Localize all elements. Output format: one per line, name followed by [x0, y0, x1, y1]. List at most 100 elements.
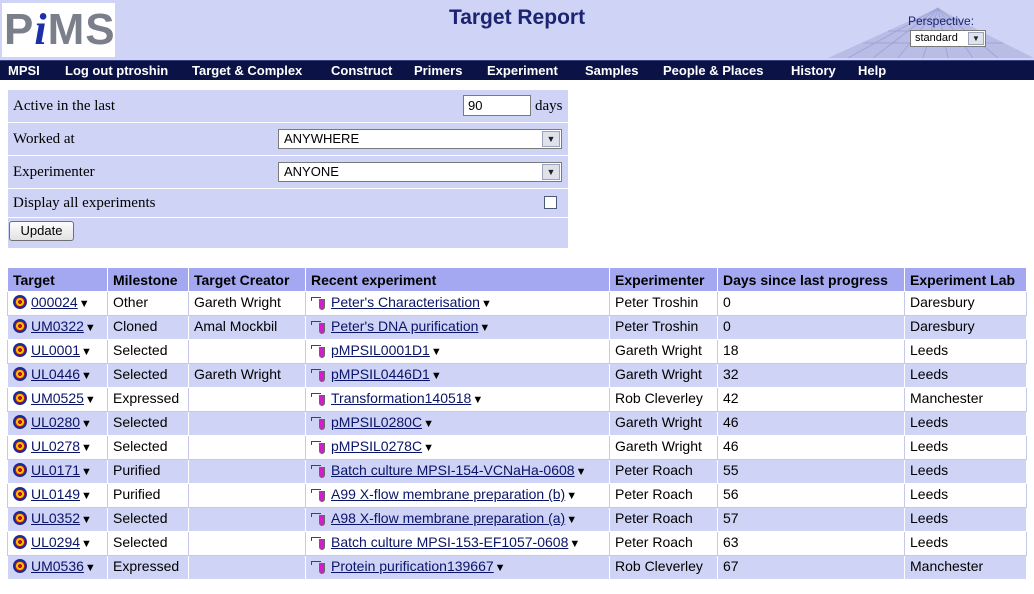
experimenter-value: ANYONE	[284, 164, 339, 179]
nav-mpsi[interactable]: MPSI	[8, 61, 40, 80]
target-link[interactable]: UL0352	[31, 510, 80, 526]
chevron-down-icon[interactable]: ▼	[542, 164, 560, 180]
dropdown-triangle-icon[interactable]: ▼	[81, 514, 92, 526]
experiment-link[interactable]: Peter's DNA purification	[331, 318, 478, 334]
chevron-down-icon[interactable]: ▼	[542, 131, 560, 147]
nav-people-places[interactable]: People & Places	[663, 61, 763, 80]
target-link[interactable]: UM0536	[31, 558, 84, 574]
dropdown-triangle-icon[interactable]: ▼	[85, 322, 96, 334]
target-link[interactable]: UL0278	[31, 438, 80, 454]
dropdown-triangle-icon[interactable]: ▼	[472, 394, 483, 406]
dropdown-triangle-icon[interactable]: ▼	[81, 418, 92, 430]
target-link[interactable]: UM0525	[31, 390, 84, 406]
cell-milestone: Cloned	[107, 315, 189, 340]
dropdown-triangle-icon[interactable]: ▼	[566, 490, 577, 502]
experiment-link[interactable]: Batch culture MPSI-154-VCNaHa-0608	[331, 462, 575, 478]
display-all-checkbox[interactable]	[544, 196, 557, 209]
nav-target-complex[interactable]: Target & Complex	[192, 61, 302, 80]
nav-history[interactable]: History	[791, 61, 836, 80]
cell-experiment-lab: Leeds	[904, 411, 1027, 436]
target-bullseye-icon[interactable]	[13, 535, 27, 549]
experiment-link[interactable]: A98 X-flow membrane preparation (a)	[331, 510, 565, 526]
experiment-link[interactable]: Protein purification139667	[331, 558, 494, 574]
experiment-link[interactable]: Batch culture MPSI-153-EF1057-0608	[331, 534, 568, 550]
cell-target: UL0278▼	[7, 435, 108, 460]
perspective-select[interactable]: standard ▼	[910, 30, 986, 47]
target-bullseye-icon[interactable]	[13, 295, 27, 309]
target-bullseye-icon[interactable]	[13, 439, 27, 453]
nav-samples[interactable]: Samples	[585, 61, 638, 80]
target-link[interactable]: UL0171	[31, 462, 80, 478]
dropdown-triangle-icon[interactable]: ▼	[81, 442, 92, 454]
dropdown-triangle-icon[interactable]: ▼	[85, 394, 96, 406]
cell-recent-experiment: pMPSIL0278C▼	[305, 435, 610, 460]
experiment-link[interactable]: A99 X-flow membrane preparation (b)	[331, 486, 565, 502]
target-bullseye-icon[interactable]	[13, 319, 27, 333]
worked-at-select[interactable]: ANYWHERE ▼	[278, 129, 562, 149]
cell-target-creator: Gareth Wright	[188, 291, 306, 316]
nav-logout[interactable]: Log out ptroshin	[65, 61, 168, 80]
nav-help[interactable]: Help	[858, 61, 886, 80]
dropdown-triangle-icon[interactable]: ▼	[479, 322, 490, 334]
target-bullseye-icon[interactable]	[13, 391, 27, 405]
dropdown-triangle-icon[interactable]: ▼	[566, 514, 577, 526]
experiment-link[interactable]: pMPSIL0001D1	[331, 342, 430, 358]
dropdown-triangle-icon[interactable]: ▼	[423, 418, 434, 430]
dropdown-triangle-icon[interactable]: ▼	[569, 538, 580, 550]
col-header-days-since[interactable]: Days since last progress	[717, 267, 905, 292]
experiment-link[interactable]: pMPSIL0446D1	[331, 366, 430, 382]
dropdown-triangle-icon[interactable]: ▼	[495, 562, 506, 574]
experiment-link[interactable]: pMPSIL0280C	[331, 414, 422, 430]
dropdown-triangle-icon[interactable]: ▼	[81, 370, 92, 382]
target-link[interactable]: UL0001	[31, 342, 80, 358]
target-link[interactable]: 000024	[31, 294, 78, 310]
col-header-recent-experiment[interactable]: Recent experiment	[305, 267, 610, 292]
target-bullseye-icon[interactable]	[13, 367, 27, 381]
target-bullseye-icon[interactable]	[13, 511, 27, 525]
perspective-label: Perspective:	[908, 14, 975, 28]
cell-target: UM0525▼	[7, 387, 108, 412]
col-header-target[interactable]: Target	[7, 267, 108, 292]
dropdown-triangle-icon[interactable]: ▼	[576, 466, 587, 478]
cell-experimenter: Rob Cleverley	[609, 555, 718, 580]
col-header-milestone[interactable]: Milestone	[107, 267, 189, 292]
target-link[interactable]: UL0280	[31, 414, 80, 430]
dropdown-triangle-icon[interactable]: ▼	[81, 538, 92, 550]
dropdown-triangle-icon[interactable]: ▼	[81, 490, 92, 502]
experiment-link[interactable]: Peter's Characterisation	[331, 294, 480, 310]
experiment-link[interactable]: Transformation140518	[331, 390, 471, 406]
cell-experiment-lab: Manchester	[904, 555, 1027, 580]
experimenter-select[interactable]: ANYONE ▼	[278, 162, 562, 182]
dropdown-triangle-icon[interactable]: ▼	[423, 442, 434, 454]
target-link[interactable]: UL0149	[31, 486, 80, 502]
cell-recent-experiment: Peter's DNA purification▼	[305, 315, 610, 340]
dropdown-triangle-icon[interactable]: ▼	[81, 466, 92, 478]
dropdown-triangle-icon[interactable]: ▼	[85, 562, 96, 574]
target-bullseye-icon[interactable]	[13, 343, 27, 357]
target-bullseye-icon[interactable]	[13, 487, 27, 501]
col-header-experimenter[interactable]: Experimenter	[609, 267, 718, 292]
active-label: Active in the last	[13, 98, 116, 114]
col-header-experiment-lab[interactable]: Experiment Lab	[904, 267, 1027, 292]
dropdown-triangle-icon[interactable]: ▼	[431, 346, 442, 358]
target-link[interactable]: UM0322	[31, 318, 84, 334]
col-header-target-creator[interactable]: Target Creator	[188, 267, 306, 292]
active-days-input[interactable]: 90	[463, 95, 531, 116]
dropdown-triangle-icon[interactable]: ▼	[431, 370, 442, 382]
update-button[interactable]: Update	[9, 221, 74, 241]
dropdown-triangle-icon[interactable]: ▼	[81, 346, 92, 358]
nav-experiment[interactable]: Experiment	[487, 61, 558, 80]
target-bullseye-icon[interactable]	[13, 463, 27, 477]
cell-experiment-lab: Daresbury	[904, 291, 1027, 316]
target-link[interactable]: UL0294	[31, 534, 80, 550]
target-bullseye-icon[interactable]	[13, 415, 27, 429]
experiment-link[interactable]: pMPSIL0278C	[331, 438, 422, 454]
target-link[interactable]: UL0446	[31, 366, 80, 382]
nav-construct[interactable]: Construct	[331, 61, 392, 80]
pipette-icon	[311, 319, 329, 334]
chevron-down-icon[interactable]: ▼	[968, 32, 984, 45]
nav-primers[interactable]: Primers	[414, 61, 462, 80]
dropdown-triangle-icon[interactable]: ▼	[79, 298, 90, 310]
target-bullseye-icon[interactable]	[13, 559, 27, 573]
dropdown-triangle-icon[interactable]: ▼	[481, 298, 492, 310]
